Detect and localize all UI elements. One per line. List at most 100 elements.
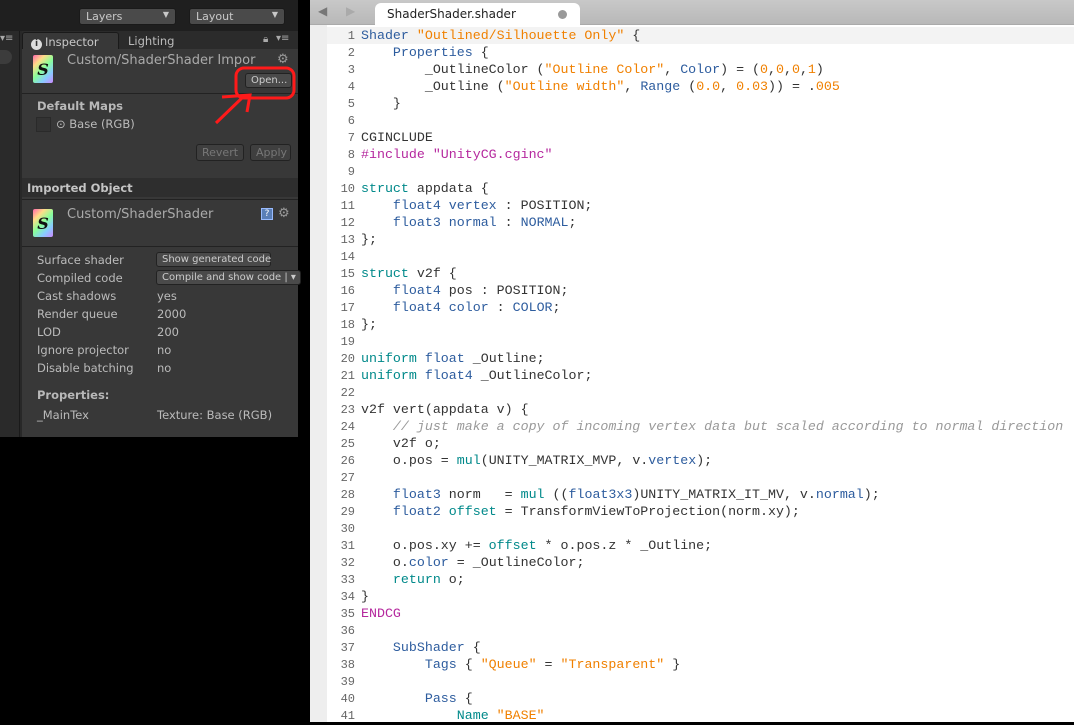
help-icon[interactable]: ? [261, 208, 273, 220]
property-name: _MainTex [37, 408, 89, 422]
divider [22, 246, 298, 247]
gear-icon[interactable]: ⚙ [278, 206, 290, 221]
row-value: 200 [157, 325, 179, 339]
code-line: 31 o.pos.xy += offset * o.pos.z * _Outli… [327, 537, 1074, 554]
open-button[interactable]: Open... [245, 73, 292, 88]
code-token: ; [552, 300, 561, 315]
code-token: appdata { [416, 181, 489, 196]
hierarchy-panel-edge [0, 31, 20, 437]
code-token: }; [361, 232, 377, 247]
code-token: "Transparent" [560, 657, 665, 672]
code-token: )UNITY_MATRIX_IT_MV, v. [632, 487, 816, 502]
layout-label: Layout [196, 10, 234, 23]
code-line: 39 [327, 673, 1074, 690]
code-token: NORMAL [520, 215, 569, 230]
code-token: : [488, 300, 513, 315]
revert-button[interactable]: Revert [196, 144, 244, 161]
code-token: }; [361, 317, 377, 332]
gear-icon[interactable]: ⚙ [277, 52, 289, 67]
code-token: mul [456, 453, 481, 468]
code-token: norm = [440, 487, 521, 502]
code-token: pos : POSITION; [440, 283, 569, 298]
tab-inspector[interactable]: i Inspector [22, 32, 119, 50]
code-line: 10 struct appdata { [327, 180, 1074, 197]
code-token: float4 color [361, 300, 489, 315]
line-number: 15 [340, 267, 355, 281]
properties-heading: Properties: [37, 388, 110, 402]
code-line: 19 [327, 333, 1074, 350]
code-line: 11 float4 vertex : POSITION; [327, 197, 1074, 214]
code-token: , [768, 62, 776, 77]
code-line: 33 return o; [327, 571, 1074, 588]
code-line: 16 float4 pos : POSITION; [327, 282, 1074, 299]
line-number: 10 [340, 182, 355, 196]
texture-slot[interactable] [36, 117, 51, 132]
code-token: o.pos.xy += [361, 538, 489, 553]
code-token: _Outline; [464, 351, 545, 366]
code-token: ; [568, 215, 577, 230]
info-icon: i [31, 39, 42, 50]
line-number: 37 [340, 641, 355, 655]
code-token: { [464, 691, 473, 706]
code-token: v2f vert(appdata v) { [361, 402, 529, 417]
code-token: ); [863, 487, 880, 502]
code-token: // just make a copy of incoming vertex d… [361, 419, 1064, 434]
line-number: 38 [340, 658, 355, 672]
code-line: 6 [327, 112, 1074, 129]
show-generated-code-button[interactable]: Show generated code [156, 252, 271, 267]
code-line: 21 uniform float4 _OutlineColor; [327, 367, 1074, 384]
line-number: 31 [340, 539, 355, 553]
code-token: float3 [361, 487, 441, 502]
code-line: 3 _OutlineColor ("Outline Color", Color)… [327, 61, 1074, 78]
code-token: Shader [361, 28, 417, 43]
line-number: 13 [340, 233, 355, 247]
compile-and-show-code-button[interactable]: Compile and show code | ▾ [156, 270, 301, 285]
code-token: 0 [760, 62, 768, 77]
code-token: _OutlineColor; [472, 368, 593, 383]
code-token: { [472, 640, 481, 655]
code-editor: ◀ ▶ ShaderShader.shader 1 Shader "Outline… [310, 0, 1074, 724]
back-arrow-icon[interactable]: ◀ [318, 4, 327, 18]
code-token: o; [440, 572, 465, 587]
code-area[interactable]: 1 Shader "Outlined/Silhouette Only" {2 Pr… [327, 27, 1074, 724]
code-token: float4 [424, 368, 473, 383]
panel-menu-icon[interactable]: ▾≡ [276, 33, 289, 44]
row-value: yes [157, 289, 177, 303]
default-maps-heading: Default Maps [37, 99, 124, 113]
code-line: 30 [327, 520, 1074, 537]
code-line: 37 SubShader { [327, 639, 1074, 656]
line-number: 8 [347, 148, 355, 162]
panel-menu-icon[interactable]: ▾≡ [0, 33, 20, 49]
importer-title: Custom/ShaderShader Impor [67, 53, 256, 68]
lock-icon[interactable]: 🔒︎ [263, 34, 268, 45]
code-token: #include "UnityCG.cginc" [361, 147, 553, 162]
tab-lighting[interactable]: Lighting [120, 32, 182, 49]
code-token: ENDCG [361, 606, 401, 621]
shader-file-icon: S [33, 55, 53, 83]
chevron-down-icon: ▼ [271, 10, 278, 19]
unsaved-dot-icon[interactable] [558, 10, 567, 19]
line-number: 4 [347, 80, 355, 94]
base-map-label: ⊙ Base (RGB) [56, 117, 135, 131]
apply-button[interactable]: Apply [250, 144, 291, 161]
line-number: 27 [340, 471, 355, 485]
code-line: 1 Shader "Outlined/Silhouette Only" { [327, 27, 1074, 44]
inspector-tabs: i Inspector Lighting 🔒︎ ▾≡ [22, 31, 298, 50]
row-label: Cast shadows [37, 289, 117, 303]
code-token: vertex [648, 453, 697, 468]
code-token: Name [361, 708, 497, 723]
layout-dropdown[interactable]: Layout ▼ [189, 8, 285, 25]
code-token: color [408, 555, 449, 570]
editor-gutter [310, 25, 327, 722]
code-token: return [361, 572, 441, 587]
layers-dropdown[interactable]: Layers ▼ [79, 8, 176, 25]
line-number: 11 [340, 199, 355, 213]
forward-arrow-icon[interactable]: ▶ [346, 4, 355, 18]
chevron-down-icon: ▼ [162, 10, 169, 19]
file-tab[interactable]: ShaderShader.shader [375, 3, 580, 26]
divider [22, 93, 298, 94]
code-token: 0.0 [696, 79, 721, 94]
line-number: 12 [340, 216, 355, 230]
code-token: mul [520, 487, 545, 502]
code-token: Tags [361, 657, 465, 672]
